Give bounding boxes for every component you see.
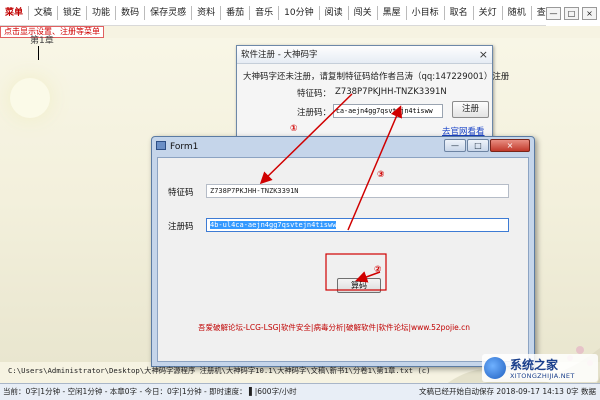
minimize-button[interactable]: — (444, 139, 466, 152)
text-caret (38, 46, 39, 60)
menu-item[interactable]: 音乐 (250, 5, 280, 20)
menu-item[interactable]: 保存灵感 (145, 5, 193, 20)
feature-code-value: Z738P7PKJHH-TNZK3391N (335, 87, 447, 97)
calc-button[interactable]: 算码 (337, 278, 381, 293)
menu-item[interactable]: 菜单 (0, 5, 30, 20)
form1-window: Form1 — □ × 特征码 Z738P7PKJHH-TNZK3391N 注册… (151, 136, 535, 367)
reg-code-field[interactable]: 4b-ul4ca-aejn4gg7qsvtejn4tisww (206, 218, 509, 232)
register-dialog: 软件注册 - 大神码字 × 大神码字还未注册，请复制特征码给作者吕涛（qq:14… (236, 45, 509, 145)
selected-reg-code: 4b-ul4ca-aejn4gg7qsvtejn4tisww (210, 221, 337, 229)
register-dialog-title: 软件注册 - 大神码字 (241, 50, 318, 60)
close-button[interactable]: × (582, 6, 597, 20)
menu-item[interactable]: 资料 (192, 5, 222, 20)
close-icon[interactable]: × (479, 46, 488, 63)
menu-item[interactable]: 功能 (87, 5, 117, 20)
form1-window-controls: — □ × (444, 139, 530, 152)
menu-item[interactable]: 关灯 (474, 5, 503, 20)
watermark-title: 系统之家 (510, 358, 559, 372)
maximize-button[interactable]: □ (564, 6, 579, 20)
minimize-button[interactable]: — (546, 6, 561, 20)
menu-item[interactable]: 取名 (445, 5, 474, 20)
app-icon (156, 141, 166, 150)
site-watermark: 系统之家 XITONGZHIJIA.NET (482, 354, 598, 382)
form1-client-area: 特征码 Z738P7PKJHH-TNZK3391N 注册码 4b-ul4ca-a… (157, 157, 529, 362)
feature-label: 特征码 (168, 188, 194, 198)
menu-item[interactable]: 10分钟 (279, 5, 320, 20)
maximize-button[interactable]: □ (467, 139, 489, 152)
chapter-heading: 第1章 (30, 36, 54, 46)
reg-code-input[interactable] (333, 104, 443, 118)
menu-item[interactable]: 数码 (116, 5, 146, 20)
status-left: 当前：0字|1分钟 - 空闲1分钟 - 本章0字 - 今日：0字|1分钟 - 即… (3, 387, 297, 396)
menu-item[interactable]: 番茄 (221, 5, 251, 20)
menu-item[interactable]: 闯关 (349, 5, 378, 20)
mark-3: ③ (377, 170, 385, 180)
app-window-controls: — □ × (546, 0, 600, 26)
mark-2: ② (374, 265, 382, 275)
feature-code-label: 特征码： (297, 89, 332, 99)
menu-item[interactable]: 锁定 (58, 5, 88, 20)
register-dialog-titlebar[interactable]: 软件注册 - 大神码字 × (237, 46, 492, 64)
forum-footer: 吾爱破解论坛-LCG-LSG|软件安全|病毒分析|破解软件|软件论坛|www.5… (198, 323, 471, 332)
watermark-subtitle: XITONGZHIJIA.NET (510, 372, 575, 380)
form1-title: Form1 (170, 142, 199, 152)
reg-code-label: 注册码： (297, 108, 332, 118)
register-hint: 大神码字还未注册，请复制特征码给作者吕涛（qq:147229001）注册 (243, 72, 510, 82)
status-right: 文稿已经开始自动保存 2018-09-17 14:13 0字 数据 (418, 387, 596, 396)
status-bar: 当前：0字|1分钟 - 空闲1分钟 - 本章0字 - 今日：0字|1分钟 - 即… (0, 383, 600, 400)
menu-item[interactable]: 随机 (503, 5, 532, 20)
close-button[interactable]: × (490, 139, 530, 152)
menu-item[interactable]: 文稿 (29, 5, 59, 20)
menu-item[interactable]: 小目标 (407, 5, 445, 20)
moon-decoration (10, 78, 50, 118)
menu-item[interactable]: 阅读 (320, 5, 349, 20)
reg-label: 注册码 (168, 222, 194, 232)
menu-item[interactable]: 黑屋 (378, 5, 407, 20)
mark-1: ① (290, 124, 298, 134)
watermark-logo-icon (484, 357, 506, 379)
main-menubar: 菜单文稿锁定功能数码保存灵感资料番茄音乐10分钟阅读闯关黑屋小目标取名关灯随机查… (0, 0, 600, 26)
feature-code-field[interactable]: Z738P7PKJHH-TNZK3391N (206, 184, 509, 198)
register-button[interactable]: 注册 (452, 101, 489, 118)
